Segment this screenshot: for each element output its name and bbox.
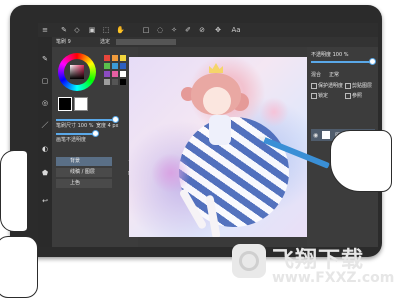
swatch[interactable] <box>120 63 126 69</box>
layer-opacity-knob[interactable] <box>369 58 376 65</box>
brush-icon[interactable]: ／ <box>41 121 49 129</box>
option-label: 参照 <box>352 93 363 99</box>
swatch[interactable] <box>104 63 110 69</box>
eyedropper-icon[interactable]: ⊘ <box>198 26 206 34</box>
selection-options[interactable] <box>116 39 176 45</box>
primary-color[interactable] <box>58 97 72 111</box>
option-label: 剪贴图层 <box>352 83 373 89</box>
lasso-icon[interactable]: ◌ <box>156 26 164 34</box>
character-face <box>203 87 231 115</box>
left-hand-lower <box>0 236 38 298</box>
opacity-label: 画笔不透明度 <box>56 137 87 143</box>
flower-decoration <box>259 97 289 127</box>
brush-size-slider[interactable] <box>56 119 116 121</box>
undo-icon[interactable]: ↩ <box>41 197 49 205</box>
swatch[interactable] <box>104 55 110 61</box>
option-label: 保护透明度 <box>318 83 344 89</box>
right-hand <box>330 130 392 192</box>
pen-icon[interactable]: ✎ <box>41 55 49 63</box>
eraser-icon[interactable]: ◇ <box>73 26 81 34</box>
option-label: 锁定 <box>318 93 329 99</box>
tool-options-bar: 笔刷 9 选定 <box>52 37 378 47</box>
swatch[interactable] <box>112 71 118 77</box>
layer-row[interactable]: 线稿 / 图层 <box>56 168 112 177</box>
watermark-url: www.FXXZ.com <box>272 270 395 286</box>
menu-icon[interactable]: ≡ <box>41 26 49 34</box>
layer-thumbnail <box>322 131 330 139</box>
saturation-square[interactable] <box>70 65 84 79</box>
pen-icon[interactable]: ✎ <box>60 26 68 34</box>
clipping-checkbox[interactable] <box>345 83 351 89</box>
tablet-frame: ≡ ✎ ◇ ▣ ⬚ ✋ □ ◌ ✧ ✐ ⊘ ✥ Aa 笔刷 9 选定 ✎ ▢ ◎… <box>10 5 382 257</box>
color-wheel[interactable] <box>58 53 96 91</box>
blend-label: 混合 <box>311 72 322 78</box>
color-wheel-center <box>64 59 90 85</box>
square-icon[interactable]: ▢ <box>41 77 49 85</box>
flower-decoration <box>151 153 191 193</box>
opacity-label: 不透明度 100 % <box>311 52 349 58</box>
hand-icon[interactable]: ✋ <box>116 26 125 34</box>
layers-icon[interactable]: ◎ <box>41 99 49 107</box>
watermark-logo <box>232 244 266 278</box>
layer-row[interactable]: 上色 <box>56 179 112 188</box>
secondary-color[interactable] <box>74 97 88 111</box>
text-tool-icon[interactable]: Aa <box>230 26 242 34</box>
visibility-eye-icon[interactable]: ◉ <box>313 132 318 139</box>
layer-row[interactable]: 背景 <box>56 157 112 166</box>
px-label: 宽度 4 px <box>96 123 119 129</box>
blend-mode-select[interactable]: 正常 <box>329 71 339 78</box>
select-rect-icon[interactable]: □ <box>142 26 150 34</box>
top-toolbar: ≡ ✎ ◇ ▣ ⬚ ✋ □ ◌ ✧ ✐ ⊘ ✥ Aa <box>38 23 378 38</box>
swatch[interactable] <box>104 71 110 77</box>
swatch[interactable] <box>112 79 118 85</box>
logo-ring <box>239 251 259 271</box>
layer-opacity-slider[interactable] <box>311 61 371 63</box>
watermark: 飞翔下载 www.FXXZ.com <box>232 240 395 292</box>
swatch[interactable] <box>120 79 126 85</box>
fill-icon[interactable]: ▣ <box>88 26 96 34</box>
left-toolbar: ✎ ▢ ◎ ／ ◐ ⬟ ↩ <box>38 37 52 247</box>
wand-icon[interactable]: ✧ <box>170 26 178 34</box>
reference-checkbox[interactable] <box>345 93 351 99</box>
select-pen-icon[interactable]: ✐ <box>184 26 192 34</box>
layer-name: 上色 <box>70 180 81 186</box>
brush-size-label: 笔刷尺寸 100 % <box>56 123 94 129</box>
layer-name: 线稿 / 图层 <box>70 169 95 175</box>
crown-ornament <box>209 63 223 73</box>
character-body <box>209 115 231 145</box>
protect-alpha-checkbox[interactable] <box>311 83 317 89</box>
transform-icon[interactable]: ⬚ <box>102 26 110 34</box>
brush-name-label: 笔刷 9 <box>56 39 71 45</box>
blend-icon[interactable]: ◐ <box>41 145 49 153</box>
swatch[interactable] <box>112 63 118 69</box>
swatch[interactable] <box>112 55 118 61</box>
swatch[interactable] <box>104 79 110 85</box>
color-panel: 笔刷尺寸 100 % 宽度 4 px 画笔不透明度 背景 线稿 / 图层 上色 … <box>52 47 138 247</box>
layer-name: 背景 <box>70 158 81 164</box>
opacity-slider[interactable] <box>56 133 96 135</box>
opacity-knob[interactable] <box>92 130 99 137</box>
selection-label[interactable]: 选定 <box>100 38 110 45</box>
move-icon[interactable]: ✥ <box>214 26 222 34</box>
eraser-icon[interactable]: ⬟ <box>41 169 49 177</box>
left-hand <box>0 150 27 232</box>
lock-checkbox[interactable] <box>311 93 317 99</box>
app-screen: ≡ ✎ ◇ ▣ ⬚ ✋ □ ◌ ✧ ✐ ⊘ ✥ Aa 笔刷 9 选定 ✎ ▢ ◎… <box>38 23 378 247</box>
swatch[interactable] <box>120 71 126 77</box>
swatch[interactable] <box>120 55 126 61</box>
